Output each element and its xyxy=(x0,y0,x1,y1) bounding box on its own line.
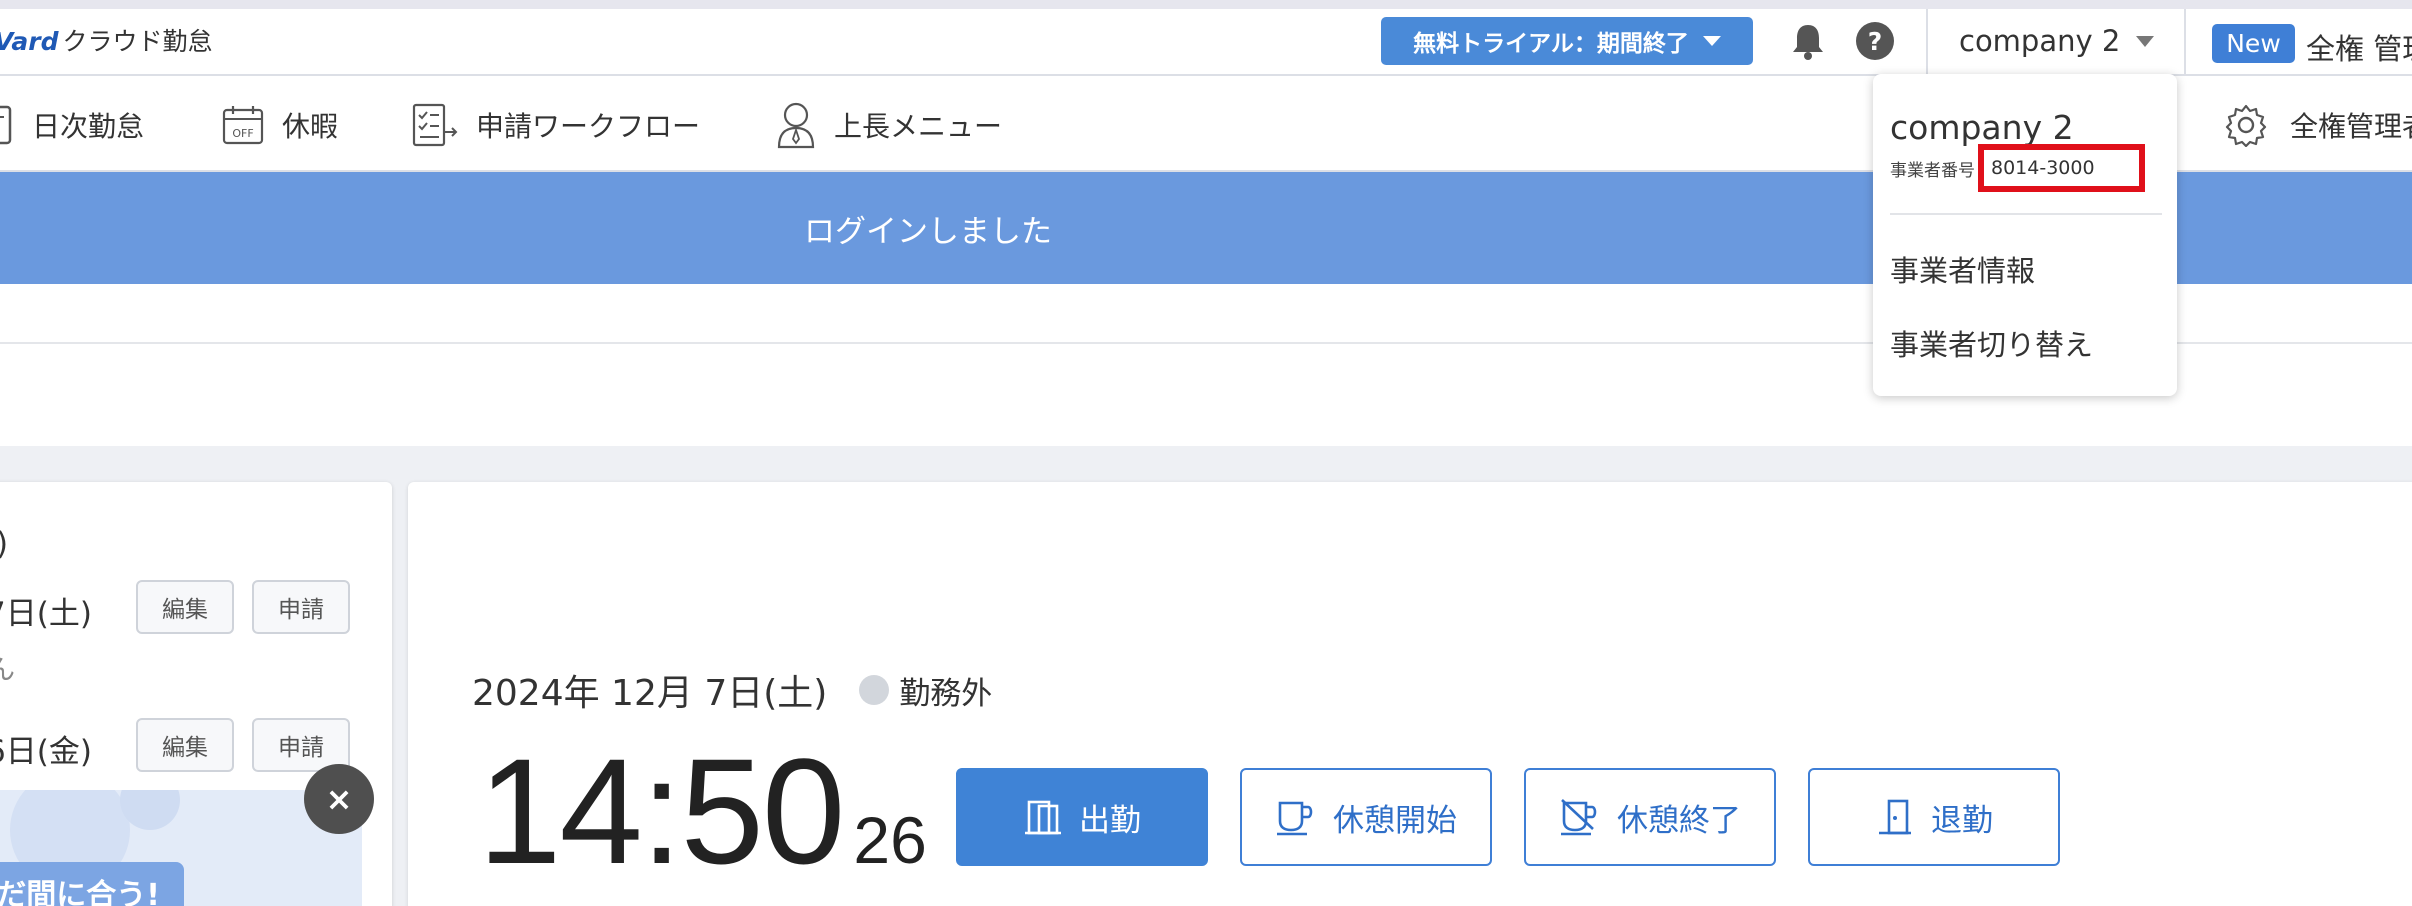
dropdown-divider xyxy=(1890,213,2162,215)
nav-item-leave[interactable]: OFF 休暇 xyxy=(222,100,338,150)
banner-message: ログインしました xyxy=(804,213,1052,250)
current-date: 2024年 12月 7日(土) xyxy=(472,673,828,714)
break-start-label: 休憩開始 xyxy=(1333,802,1457,839)
nav-item-label: 上長メニュー xyxy=(834,110,1003,143)
list-item-note: ん xyxy=(0,655,15,686)
calendar-off-icon: OFF xyxy=(222,106,264,145)
svg-text:OFF: OFF xyxy=(232,127,253,140)
gear-icon xyxy=(2225,104,2267,147)
checklist-icon xyxy=(412,103,458,147)
business-id-label: 事業者番号 xyxy=(1890,161,1975,181)
logo-brand: Vard xyxy=(0,27,59,56)
clock-hours-minutes: 14:50 xyxy=(478,727,845,895)
nav-item-manager-menu[interactable]: 上長メニュー xyxy=(776,100,1002,150)
list-item-date: 6日(金) xyxy=(0,734,92,770)
list-item-text: ) xyxy=(0,526,8,562)
nav-item-label: 休暇 xyxy=(282,110,339,143)
trial-label: 無料トライアル：期間終了 xyxy=(1413,31,1689,57)
chevron-down-icon xyxy=(1702,36,1721,46)
cup-off-icon xyxy=(1561,799,1597,836)
new-badge[interactable]: New xyxy=(2212,24,2295,63)
break-end-button[interactable]: 休憩終了 xyxy=(1524,768,1776,866)
bell-icon[interactable] xyxy=(1791,22,1825,60)
settings-label: 全権管理者 xyxy=(2290,110,2412,143)
divider xyxy=(1926,9,1928,76)
help-icon[interactable]: ? xyxy=(1856,22,1894,60)
break-end-label: 休憩終了 xyxy=(1617,802,1741,839)
logo-text: クラウド勤怠 xyxy=(62,27,213,56)
date-status-line: 2024年 12月 7日(土) 勤務外 xyxy=(472,664,992,716)
exit-door-icon xyxy=(1879,799,1911,835)
nav-item-daily-attendance[interactable]: 日次勤怠 xyxy=(0,100,144,150)
switch-business-link[interactable]: 事業者切り替え xyxy=(1890,322,2093,364)
apply-button[interactable]: 申請 xyxy=(252,580,350,634)
edit-button[interactable]: 編集 xyxy=(136,580,234,634)
clock-out-label: 退勤 xyxy=(1931,802,1993,839)
chevron-down-icon xyxy=(2136,35,2155,47)
break-start-button[interactable]: 休憩開始 xyxy=(1240,768,1492,866)
divider xyxy=(2184,9,2186,76)
manager-icon xyxy=(777,102,815,149)
company-selector-label: company 2 xyxy=(1959,24,2121,58)
list-item-date: 7日(土) xyxy=(0,596,92,632)
app-logo[interactable]: Vard クラウド勤怠 xyxy=(0,22,213,58)
trial-status-button[interactable]: 無料トライアル：期間終了 xyxy=(1381,17,1753,65)
clock-in-label: 出勤 xyxy=(1079,802,1141,839)
nav-item-label: 日次勤怠 xyxy=(32,110,145,143)
business-info-link[interactable]: 事業者情報 xyxy=(1890,248,2035,290)
company-selector[interactable]: company 2 xyxy=(1959,24,2155,58)
edit-button[interactable]: 編集 xyxy=(136,718,234,772)
nav-item-label: 申請ワークフロー xyxy=(476,110,701,143)
door-icon xyxy=(1025,800,1061,835)
dropdown-company-name: company 2 xyxy=(1890,108,2074,147)
business-id-value: 8014-3000 xyxy=(1978,144,2145,192)
user-role-label[interactable]: 全権 管理者 xyxy=(2306,26,2412,68)
document-icon xyxy=(0,105,12,145)
clock-seconds: 26 xyxy=(853,803,927,877)
cup-icon xyxy=(1277,801,1313,836)
promo-button[interactable]: まだ間に合う! xyxy=(0,862,184,906)
clock-in-button[interactable]: 出勤 xyxy=(956,768,1208,866)
clock-out-button[interactable]: 退勤 xyxy=(1808,768,2060,866)
current-time: 14:50 26 xyxy=(478,736,927,886)
nav-item-workflow[interactable]: 申請ワークフロー xyxy=(412,100,700,150)
status-dot-icon xyxy=(859,675,890,705)
work-status: 勤務外 xyxy=(899,675,993,712)
nav-item-settings[interactable]: 全権管理者 xyxy=(2224,100,2412,150)
close-icon[interactable]: × xyxy=(304,764,374,834)
